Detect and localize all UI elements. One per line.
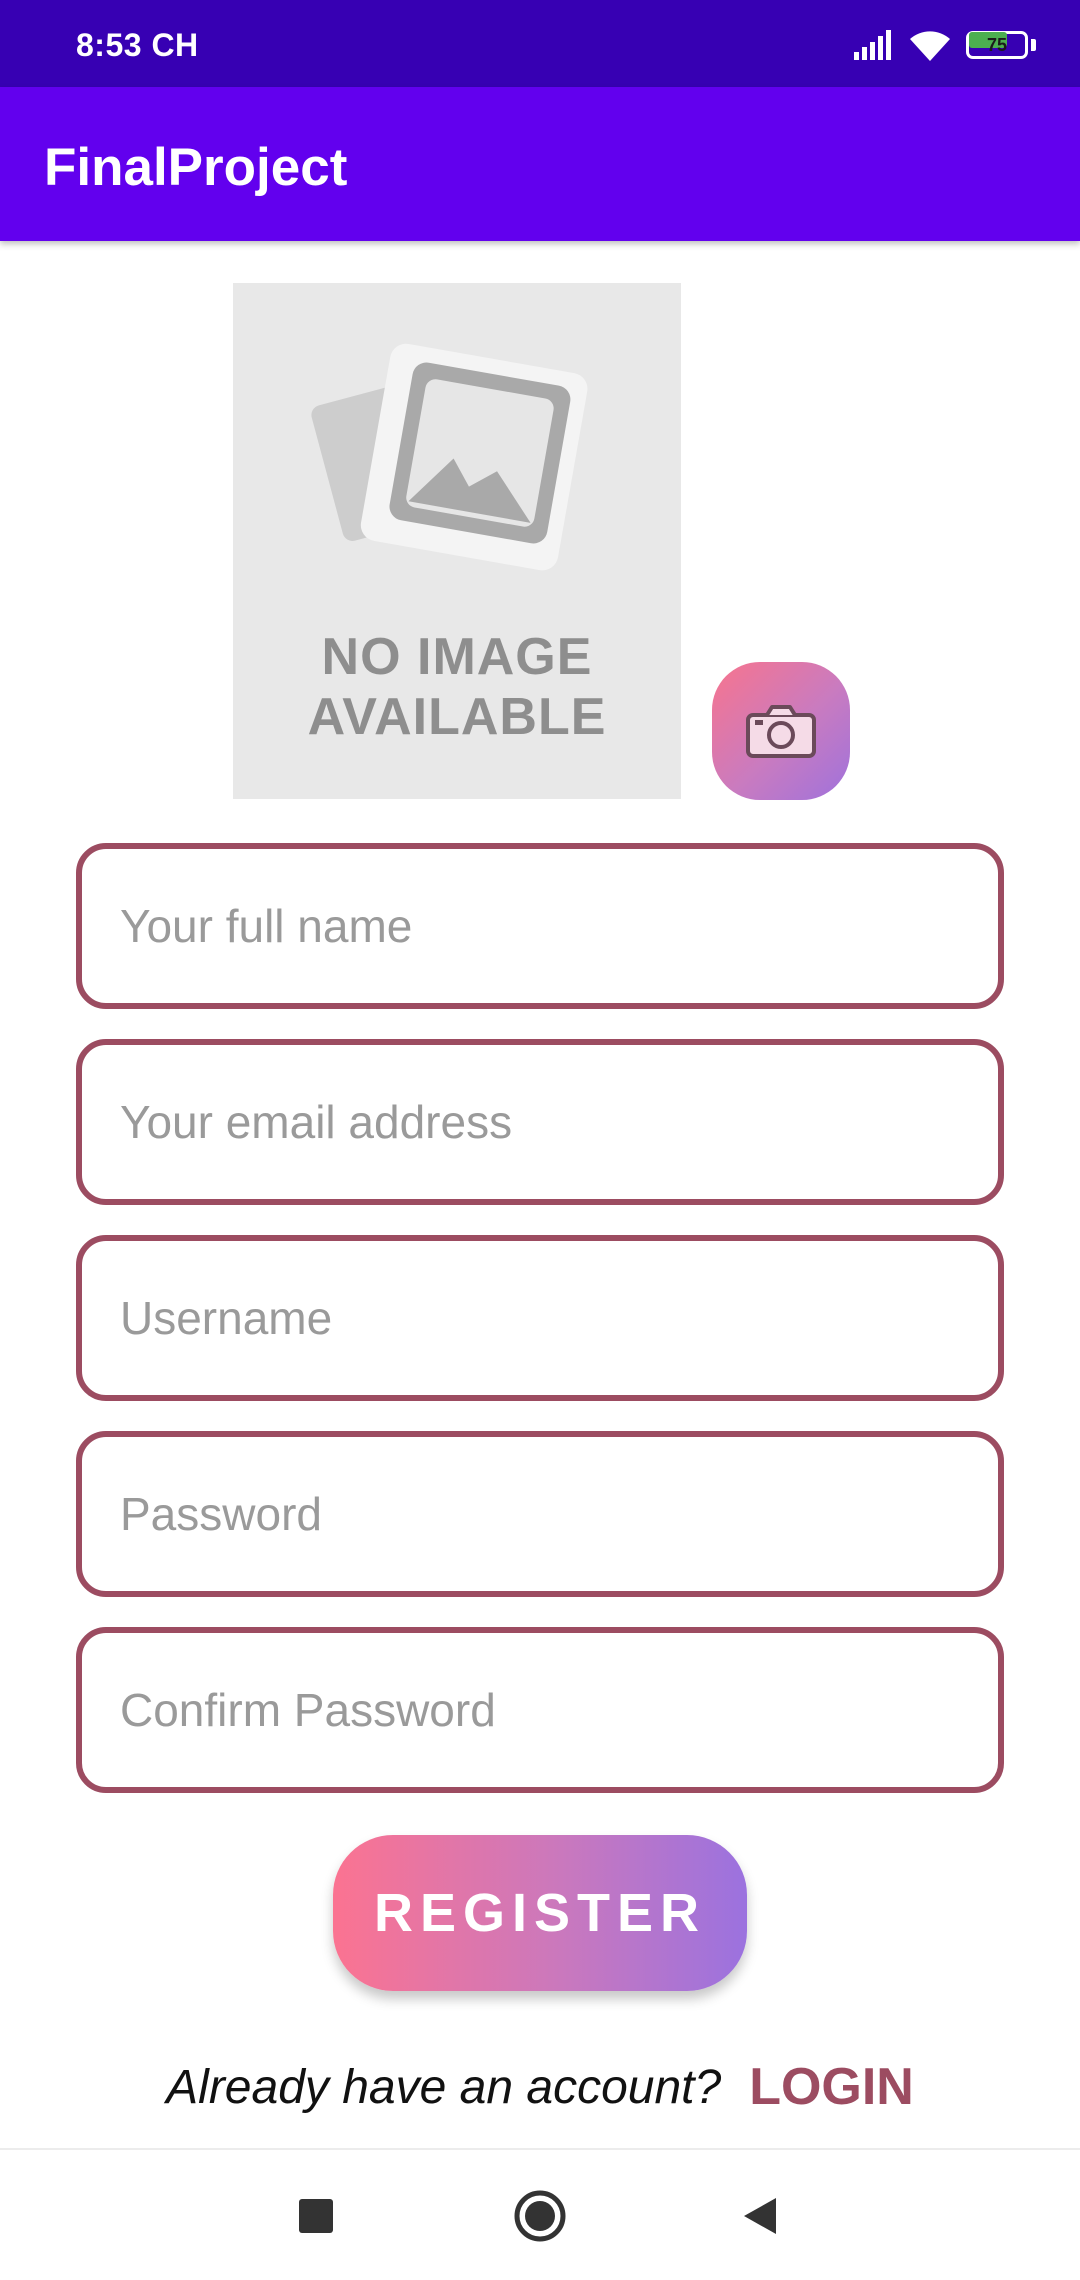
back-button[interactable] <box>730 2186 790 2246</box>
wifi-icon <box>910 31 950 61</box>
username-input[interactable] <box>82 1241 998 1395</box>
confirm-password-field[interactable] <box>76 1627 1004 1793</box>
signal-icon <box>854 30 891 60</box>
app-title: FinalProject <box>44 138 348 197</box>
login-link[interactable]: LOGIN <box>749 2057 914 2117</box>
confirm-password-input[interactable] <box>82 1633 998 1787</box>
navigation-bar <box>0 2148 1080 2280</box>
home-icon <box>514 2190 566 2242</box>
battery-icon: 75 <box>966 29 1036 61</box>
status-time: 8:53 CH <box>76 27 199 63</box>
profile-image-placeholder: NO IMAGE AVAILABLE <box>233 283 681 799</box>
email-field[interactable] <box>76 1039 1004 1205</box>
register-button[interactable]: REGISTER <box>333 1835 747 1991</box>
status-bar: 8:53 CH 75 <box>0 0 1080 87</box>
login-prompt: Already have an account? <box>166 2060 722 2114</box>
image-placeholder-icon <box>311 343 588 571</box>
email-input[interactable] <box>82 1045 998 1199</box>
battery-level: 75 <box>986 35 1008 55</box>
register-screen: 8:53 CH 75 FinalProject NO IMAGE AVAILAB… <box>0 0 1080 2280</box>
status-icons: 75 <box>852 26 1036 64</box>
full-name-field[interactable] <box>76 843 1004 1009</box>
camera-button[interactable] <box>712 662 850 800</box>
login-row: Already have an account? LOGIN <box>0 2052 1080 2122</box>
no-image-text: NO IMAGE AVAILABLE <box>307 628 607 746</box>
password-input[interactable] <box>82 1437 998 1591</box>
full-name-input[interactable] <box>82 849 998 1003</box>
app-bar: FinalProject <box>0 87 1080 241</box>
recents-icon <box>299 2199 333 2233</box>
camera-icon <box>746 705 816 758</box>
back-icon <box>744 2198 776 2234</box>
username-field[interactable] <box>76 1235 1004 1401</box>
password-field[interactable] <box>76 1431 1004 1597</box>
recents-button[interactable] <box>286 2186 346 2246</box>
home-button[interactable] <box>510 2186 570 2246</box>
